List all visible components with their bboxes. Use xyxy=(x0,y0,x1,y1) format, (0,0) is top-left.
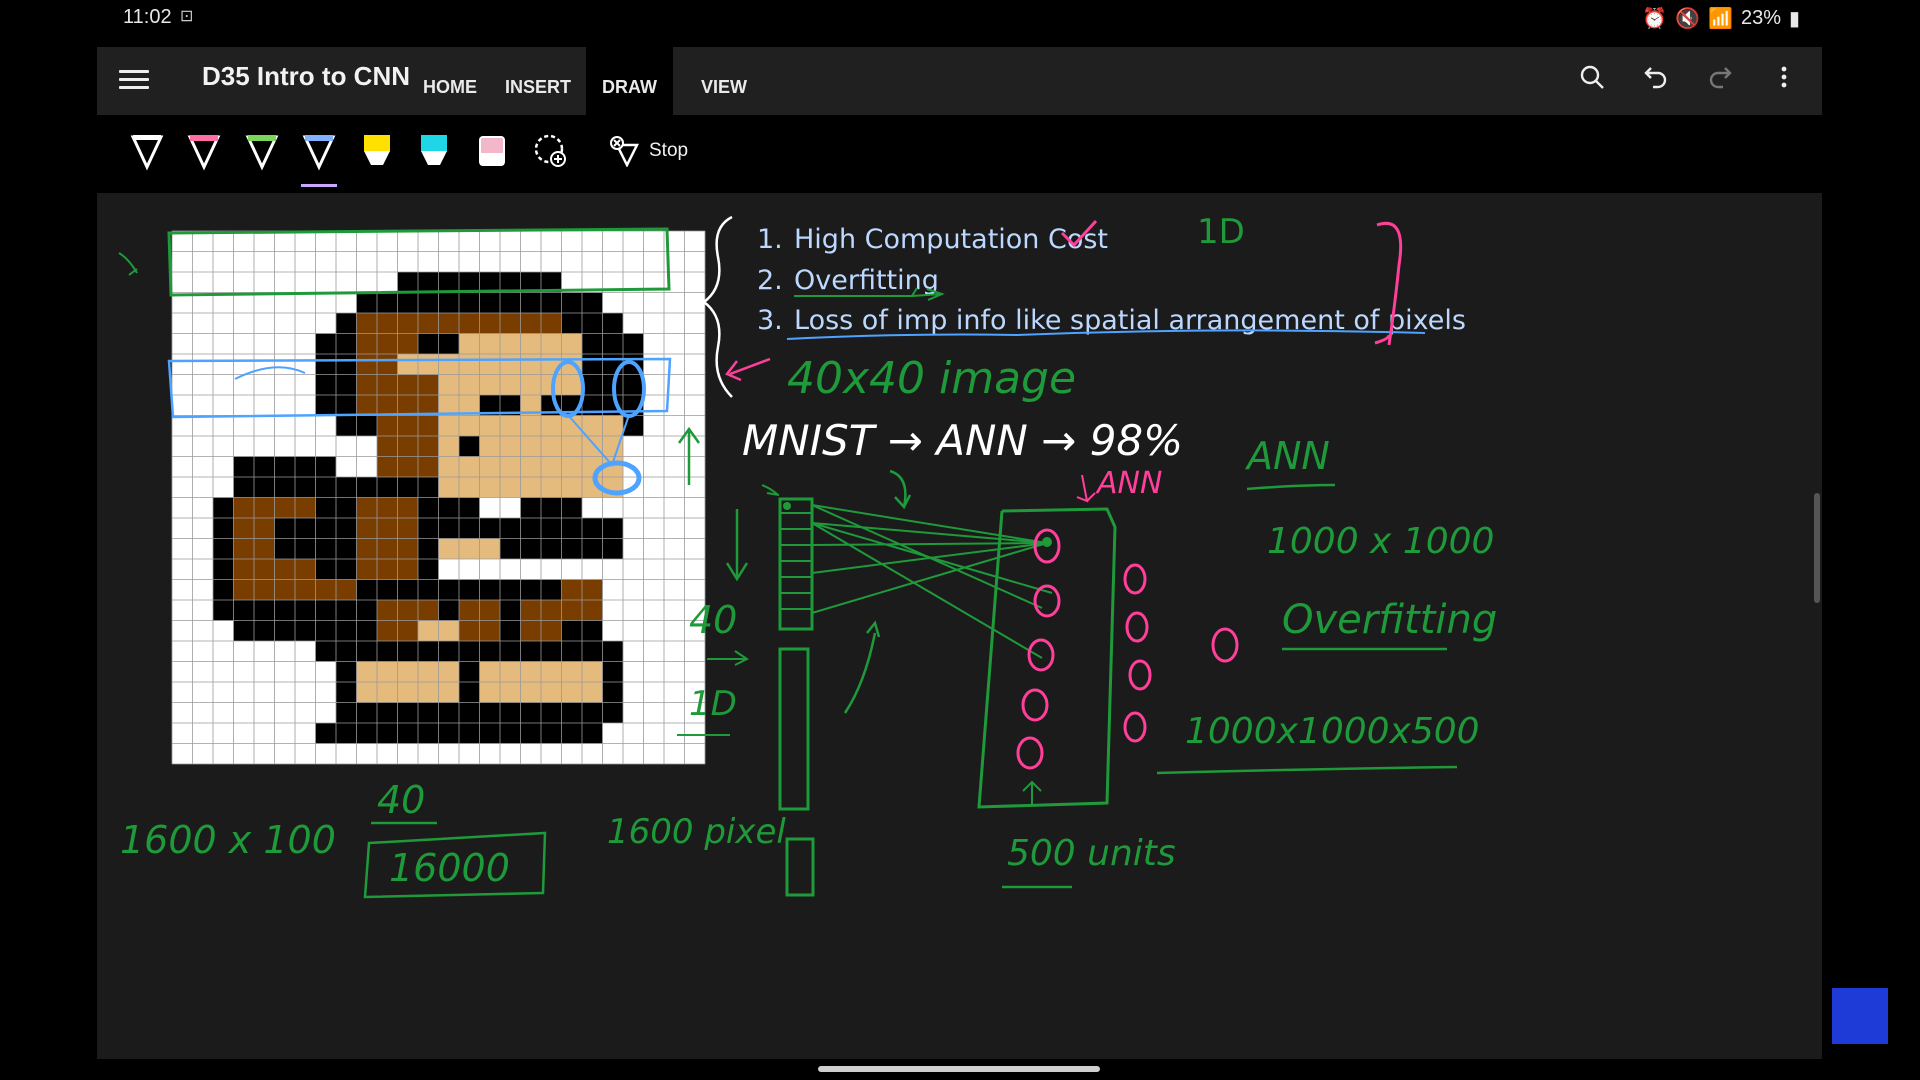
mute-icon: 🔇 xyxy=(1675,8,1701,30)
document-title: D35 Intro to CNN xyxy=(202,61,410,91)
redo-icon[interactable] xyxy=(1702,59,1738,95)
screenshot-icon: ⊡ xyxy=(180,8,194,25)
tab-view[interactable]: VIEW xyxy=(685,47,763,115)
home-indicator[interactable] xyxy=(818,1066,1100,1072)
note-40: 40 xyxy=(689,598,737,642)
list-item-3-num: 3. xyxy=(757,305,783,336)
pen-white-icon[interactable] xyxy=(127,129,167,173)
note-1d-mid: 1D xyxy=(689,684,737,724)
lasso-select-icon[interactable] xyxy=(531,129,571,173)
pen-blue-icon[interactable] xyxy=(299,129,339,187)
more-options-icon[interactable] xyxy=(1766,59,1802,95)
app-window: D35 Intro to CNN HOME INSERT DRAW VIEW S… xyxy=(97,47,1822,1059)
note-units: 500 units xyxy=(1007,833,1176,874)
ink-board: 1. High Computation Cost 2. Overfitting … xyxy=(118,212,1497,899)
list-item-2-text: Overfitting xyxy=(794,265,939,296)
note-ann-small: ANN xyxy=(1095,466,1162,501)
stop-label: Stop xyxy=(649,140,689,161)
status-right: ⏰ 🔇 📶 23% ▮ xyxy=(1642,6,1800,31)
list-item-2-num: 2. xyxy=(757,265,783,296)
eraser-icon[interactable] xyxy=(472,129,512,173)
search-icon[interactable] xyxy=(1574,59,1610,95)
note-overfitting: Overfitting xyxy=(1282,597,1497,643)
note-ann-right: ANN xyxy=(1244,434,1330,478)
highlighter-cyan-icon[interactable] xyxy=(414,129,454,173)
note-dim-right: 1000 x 1000 xyxy=(1267,521,1494,562)
pen-pink-icon[interactable] xyxy=(184,129,224,173)
tab-home[interactable]: HOME xyxy=(407,47,493,115)
stop-ink-button[interactable]: Stop xyxy=(609,135,688,167)
tab-insert[interactable]: INSERT xyxy=(489,47,587,115)
note-pixels: 1600 pixel xyxy=(607,812,786,852)
vertical-scrollbar[interactable] xyxy=(1814,493,1820,603)
app-bar: D35 Intro to CNN HOME INSERT DRAW VIEW xyxy=(97,47,1822,115)
hidden-layer-box xyxy=(977,507,1117,809)
hamburger-menu-icon[interactable] xyxy=(119,65,149,95)
note-16000: 16000 xyxy=(389,846,510,890)
note-mnist: MNIST → ANN → 98% xyxy=(742,416,1183,465)
draw-toolbar: Stop xyxy=(97,115,1822,193)
highlighter-yellow-icon[interactable] xyxy=(357,129,397,173)
status-time: 11:02 xyxy=(123,6,172,28)
note-product: 1000x1000x500 xyxy=(1185,711,1480,752)
overlay-thumbnail xyxy=(1832,988,1888,1044)
wifi-icon: 📶 xyxy=(1708,8,1733,30)
note-1d-top: 1D xyxy=(1197,212,1245,252)
undo-icon[interactable] xyxy=(1638,59,1674,95)
pen-green-icon[interactable] xyxy=(242,129,282,173)
ink-stop-icon xyxy=(610,136,639,167)
appbar-actions xyxy=(1574,59,1802,95)
list-item-1-text: High Computation Cost xyxy=(794,224,1108,255)
battery-icon: ▮ xyxy=(1788,8,1800,30)
tab-draw[interactable]: DRAW xyxy=(586,47,673,115)
status-bar: 11:02 ⊡ ⏰ 🔇 📶 23% ▮ xyxy=(0,0,1920,32)
list-item-1-num: 1. xyxy=(757,224,783,255)
battery-level: 23% xyxy=(1740,7,1781,29)
alarm-icon: ⏰ xyxy=(1642,8,1668,30)
note-img-size: 40x40 image xyxy=(787,353,1076,404)
note-mid-40: 40 xyxy=(377,778,425,822)
note-left-bottom: 1600 x 100 xyxy=(120,818,336,862)
drawing-canvas[interactable]: 1. High Computation Cost 2. Overfitting … xyxy=(97,193,1822,1059)
